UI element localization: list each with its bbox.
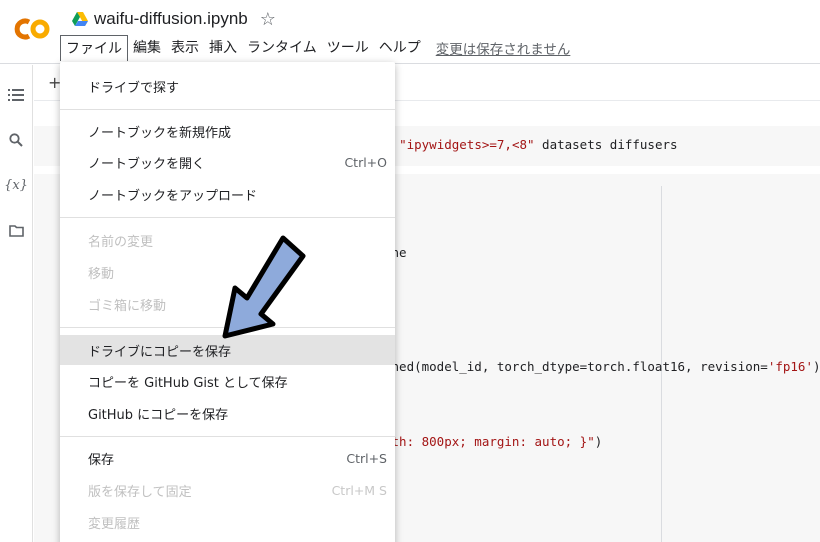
star-icon[interactable]: ☆ bbox=[260, 9, 276, 30]
menu-item-save-and-pin-revision: 版を保存して固定 Ctrl+M S bbox=[88, 482, 387, 500]
google-drive-icon[interactable] bbox=[72, 12, 88, 26]
menu-insert[interactable]: 挿入 bbox=[204, 35, 242, 61]
code-line: ined(model_id, torch_dtype=torch.float16… bbox=[384, 359, 820, 374]
annotation-arrow-icon bbox=[222, 235, 306, 339]
folder-icon[interactable] bbox=[6, 221, 26, 241]
title-row: waifu-diffusion.ipynb ☆ bbox=[72, 7, 276, 31]
shortcut-label: Ctrl+O bbox=[344, 154, 387, 170]
search-icon[interactable] bbox=[6, 130, 26, 150]
menu-help[interactable]: ヘルプ bbox=[374, 35, 426, 61]
code-line: dth: 800px; margin: auto; }") bbox=[384, 434, 603, 449]
menu-item-revision-history: 変更履歴 bbox=[88, 516, 141, 532]
notebook-title[interactable]: waifu-diffusion.ipynb bbox=[94, 9, 248, 29]
unsaved-changes-link[interactable]: 変更は保存されません bbox=[436, 38, 571, 58]
menu-view[interactable]: 表示 bbox=[166, 35, 204, 61]
variables-icon[interactable]: {x} bbox=[4, 175, 28, 195]
menu-separator bbox=[60, 436, 395, 437]
menu-item-save-copy-as-gist[interactable]: コピーを GitHub Gist として保存 bbox=[60, 366, 395, 396]
menu-item-locate-in-drive[interactable]: ドライブで探す bbox=[60, 71, 395, 101]
menu-separator bbox=[60, 217, 395, 218]
menubar: ファイル 編集 表示 挿入 ランタイム ツール ヘルプ 変更は保存されません bbox=[60, 35, 570, 61]
menu-edit[interactable]: 編集 bbox=[128, 35, 166, 61]
menu-item-new-notebook[interactable]: ノートブックを新規作成 bbox=[60, 116, 395, 146]
colab-logo[interactable] bbox=[10, 16, 52, 42]
menu-file[interactable]: ファイル bbox=[60, 35, 128, 61]
shortcut-label: Ctrl+S bbox=[346, 450, 387, 466]
code-line: y "ipywidgets>=7,<8" datasets diffusers bbox=[384, 137, 678, 152]
menu-item-save-copy-in-github[interactable]: GitHub にコピーを保存 bbox=[60, 398, 395, 428]
menu-item-open-notebook[interactable]: ノートブックを開く Ctrl+O bbox=[60, 147, 395, 177]
left-rail: {x} bbox=[0, 65, 33, 542]
table-of-contents-icon[interactable] bbox=[6, 85, 26, 105]
menu-item-save[interactable]: 保存 Ctrl+S bbox=[60, 443, 395, 473]
header: waifu-diffusion.ipynb ☆ ファイル 編集 表示 挿入 ラン… bbox=[0, 0, 820, 64]
menu-item-upload-notebook[interactable]: ノートブックをアップロード bbox=[60, 179, 395, 209]
shortcut-label: Ctrl+M S bbox=[331, 482, 387, 498]
menu-separator bbox=[60, 109, 395, 110]
menu-runtime[interactable]: ランタイム bbox=[242, 35, 322, 61]
menu-tools[interactable]: ツール bbox=[322, 35, 374, 61]
